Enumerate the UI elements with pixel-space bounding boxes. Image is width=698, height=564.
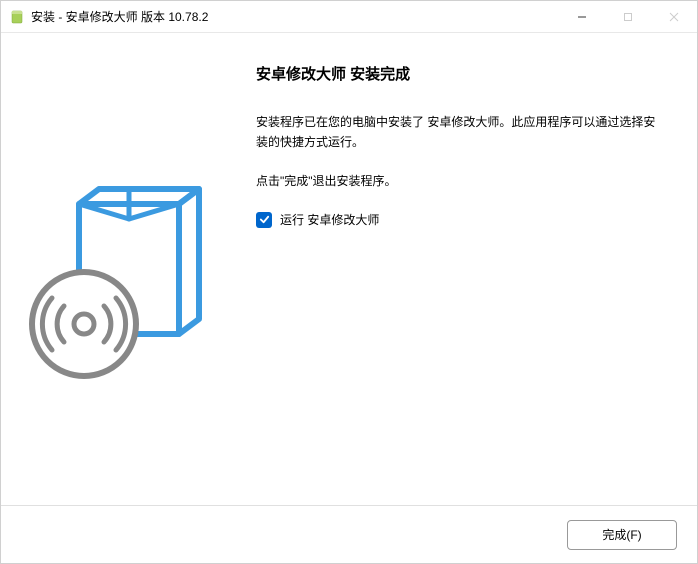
installer-box-icon — [24, 159, 224, 379]
window-title: 安装 - 安卓修改大师 版本 10.78.2 — [31, 8, 559, 25]
titlebar: 安装 - 安卓修改大师 版本 10.78.2 — [1, 1, 697, 33]
completion-text-2: 点击"完成"退出安装程序。 — [256, 171, 667, 191]
completion-heading: 安卓修改大师 安装完成 — [256, 63, 667, 84]
left-panel — [1, 33, 246, 505]
footer: 完成(F) — [1, 505, 697, 563]
run-app-checkbox-row[interactable]: 运行 安卓修改大师 — [256, 211, 667, 228]
run-app-label: 运行 安卓修改大师 — [280, 211, 379, 228]
right-panel: 安卓修改大师 安装完成 安装程序已在您的电脑中安装了 安卓修改大师。此应用程序可… — [246, 33, 697, 505]
maximize-button — [605, 1, 651, 32]
finish-button[interactable]: 完成(F) — [567, 520, 677, 550]
app-icon — [9, 9, 25, 25]
completion-text-1: 安装程序已在您的电脑中安装了 安卓修改大师。此应用程序可以通过选择安装的快捷方式… — [256, 112, 667, 153]
close-button — [651, 1, 697, 32]
installer-window: 安装 - 安卓修改大师 版本 10.78.2 — [0, 0, 698, 564]
window-controls — [559, 1, 697, 32]
content-area: 安卓修改大师 安装完成 安装程序已在您的电脑中安装了 安卓修改大师。此应用程序可… — [1, 33, 697, 505]
minimize-button[interactable] — [559, 1, 605, 32]
run-app-checkbox[interactable] — [256, 212, 272, 228]
